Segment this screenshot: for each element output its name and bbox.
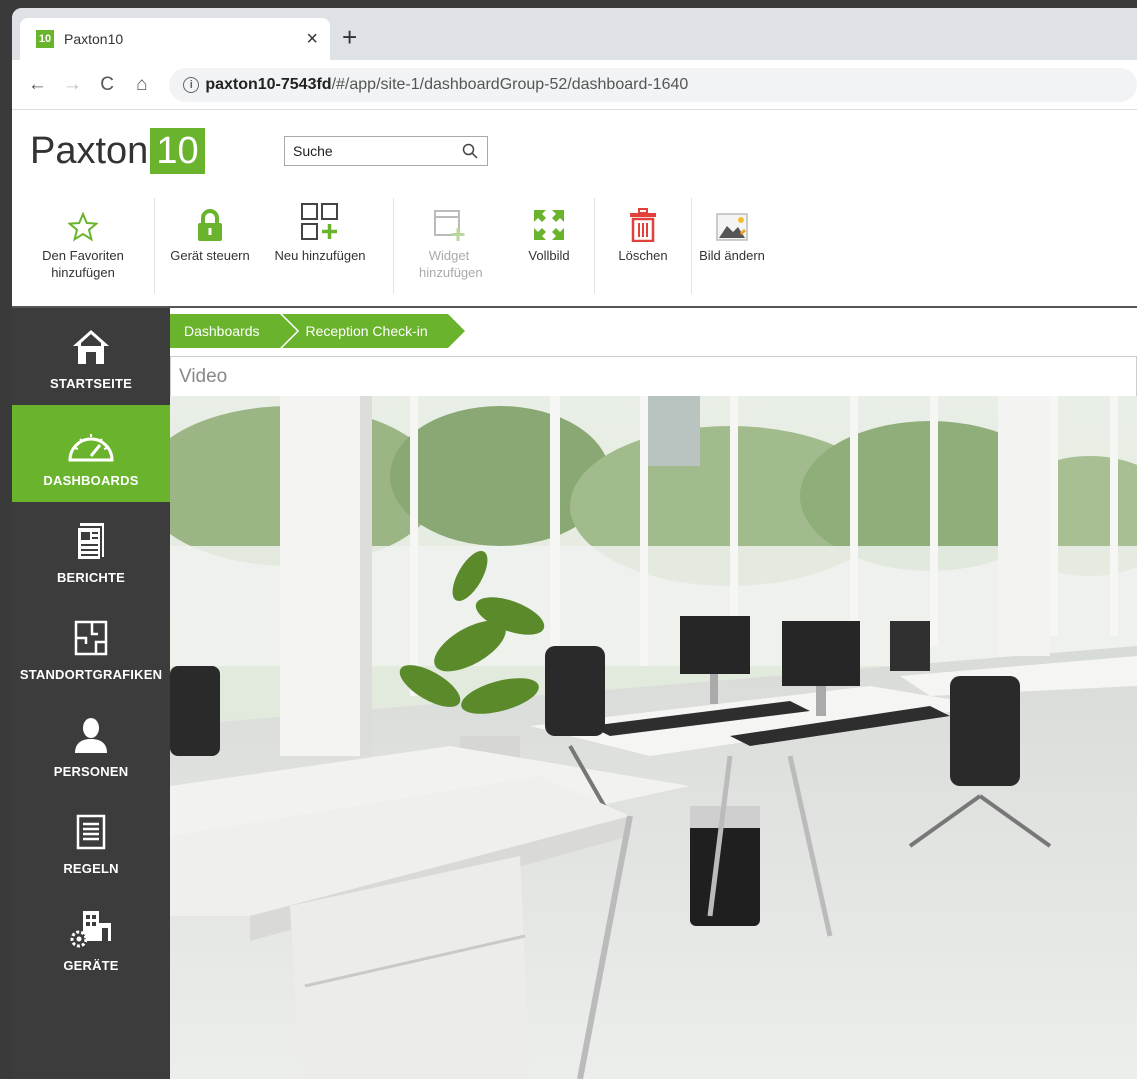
sidebar-item-rules[interactable]: REGELN [12, 793, 170, 890]
sidebar-item-people[interactable]: PERSONEN [12, 696, 170, 793]
tab-strip: 10 Paxton10 × + [12, 8, 1137, 60]
floorplan-icon [74, 613, 108, 663]
fullscreen-label: Vollbild [528, 248, 570, 263]
lock-icon [195, 202, 225, 242]
breadcrumb-label-dashboards: Dashboards [184, 323, 260, 339]
add-new-button[interactable]: Neu hinzufügen [265, 192, 375, 292]
browser-window: 10 Paxton10 × + ← → C ⌂ i paxton10-7543f… [12, 8, 1137, 1079]
sidebar-label-dashboards: DASHBOARDS [43, 473, 139, 488]
breadcrumb-label-current: Reception Check-in [305, 323, 428, 339]
browser-tab[interactable]: 10 Paxton10 × [20, 18, 330, 60]
change-image-label: Bild ändern [699, 248, 765, 263]
report-icon [76, 516, 106, 566]
delete-label: Löschen [618, 248, 668, 263]
home-button[interactable]: ⌂ [124, 74, 159, 96]
breadcrumb-dashboards[interactable]: Dashboards [170, 314, 299, 348]
paxton-logo: Paxton 10 [30, 128, 205, 174]
add-favorite-label: Den Favoriten hinzufügen [42, 248, 124, 280]
rules-icon [76, 807, 106, 857]
close-tab-icon[interactable]: × [306, 28, 318, 51]
paxton-favicon-icon: 10 [36, 30, 54, 48]
url-path: /#/app/site-1/dashboardGroup-52/dashboar… [331, 75, 689, 93]
home-icon [71, 322, 111, 372]
video-feed[interactable] [170, 396, 1137, 1079]
reload-button[interactable]: C [90, 74, 125, 96]
sidebar-item-devices[interactable]: GERÄTE [12, 890, 170, 987]
sidebar-item-dashboards[interactable]: DASHBOARDS [12, 405, 170, 502]
add-new-label: Neu hinzufügen [274, 248, 366, 263]
tab-title: Paxton10 [64, 31, 124, 47]
sidebar-label-reports: BERICHTE [56, 570, 126, 585]
back-button[interactable]: ← [20, 74, 55, 96]
ribbon-toolbar: Den Favoriten hinzufügen Gerät steuern N… [12, 192, 772, 302]
sidebar-label-devices: GERÄTE [63, 958, 119, 973]
sidebar-label-home: STARTSEITE [50, 376, 132, 391]
url-host: paxton10-7543fd [205, 75, 332, 93]
office-scene-image [170, 396, 1137, 1079]
address-bar-row: ← → C ⌂ i paxton10-7543fd/#/app/site-1/d… [12, 60, 1137, 110]
star-icon [68, 202, 98, 242]
sidebar-item-site-plans[interactable]: STANDORTGRAFIKEN [12, 599, 170, 696]
new-tab-button[interactable]: + [342, 22, 357, 53]
sidebar-label-site-plans: STANDORTGRAFIKEN [19, 667, 163, 682]
delete-button[interactable]: Löschen [595, 192, 691, 292]
search-box [284, 136, 488, 166]
logo-text: Paxton [30, 129, 149, 172]
add-widget-label: Widget hinzufügen [419, 248, 483, 280]
add-favorite-button[interactable]: Den Favoriten hinzufügen [12, 192, 154, 292]
breadcrumb: Dashboards Reception Check-in [170, 314, 465, 348]
devices-icon [69, 904, 113, 954]
control-device-label: Gerät steuern [170, 248, 250, 263]
forward-button[interactable]: → [55, 74, 90, 96]
image-icon [715, 202, 749, 242]
widget-title-bar: Video [170, 356, 1137, 396]
site-info-icon[interactable]: i [183, 76, 200, 93]
sidebar-item-reports[interactable]: BERICHTE [12, 502, 170, 599]
gauge-icon [66, 419, 116, 469]
app-header: Paxton10 Den Favoriten hinzufügen Gerät … [12, 110, 1137, 308]
sidebar-label-people: PERSONEN [53, 764, 129, 779]
add-widget-button[interactable]: Widget hinzufügen [394, 192, 504, 292]
fullscreen-icon [532, 202, 566, 242]
grid-add-icon [300, 202, 340, 242]
person-icon [73, 710, 109, 760]
sidebar-item-home[interactable]: STARTSEITE [12, 308, 170, 405]
window-add-icon [432, 202, 466, 242]
widget-title: Video [179, 365, 228, 387]
search-input[interactable] [285, 137, 455, 165]
sidebar-label-rules: REGELN [63, 861, 119, 876]
main-content: Dashboards Reception Check-in Video [170, 308, 1137, 1079]
trash-icon [628, 202, 658, 242]
sidebar: STARTSEITE DASHBOARDS BERICHTE STANDORTG… [12, 308, 170, 1079]
logo-number: 10 [150, 128, 205, 174]
url-bar[interactable]: i paxton10-7543fd/#/app/site-1/dashboard… [169, 67, 1137, 102]
search-icon[interactable] [455, 143, 485, 159]
fullscreen-button[interactable]: Vollbild [504, 192, 594, 292]
control-device-button[interactable]: Gerät steuern [155, 192, 265, 292]
breadcrumb-current[interactable]: Reception Check-in [281, 314, 465, 348]
change-image-button[interactable]: Bild ändern [692, 192, 772, 292]
